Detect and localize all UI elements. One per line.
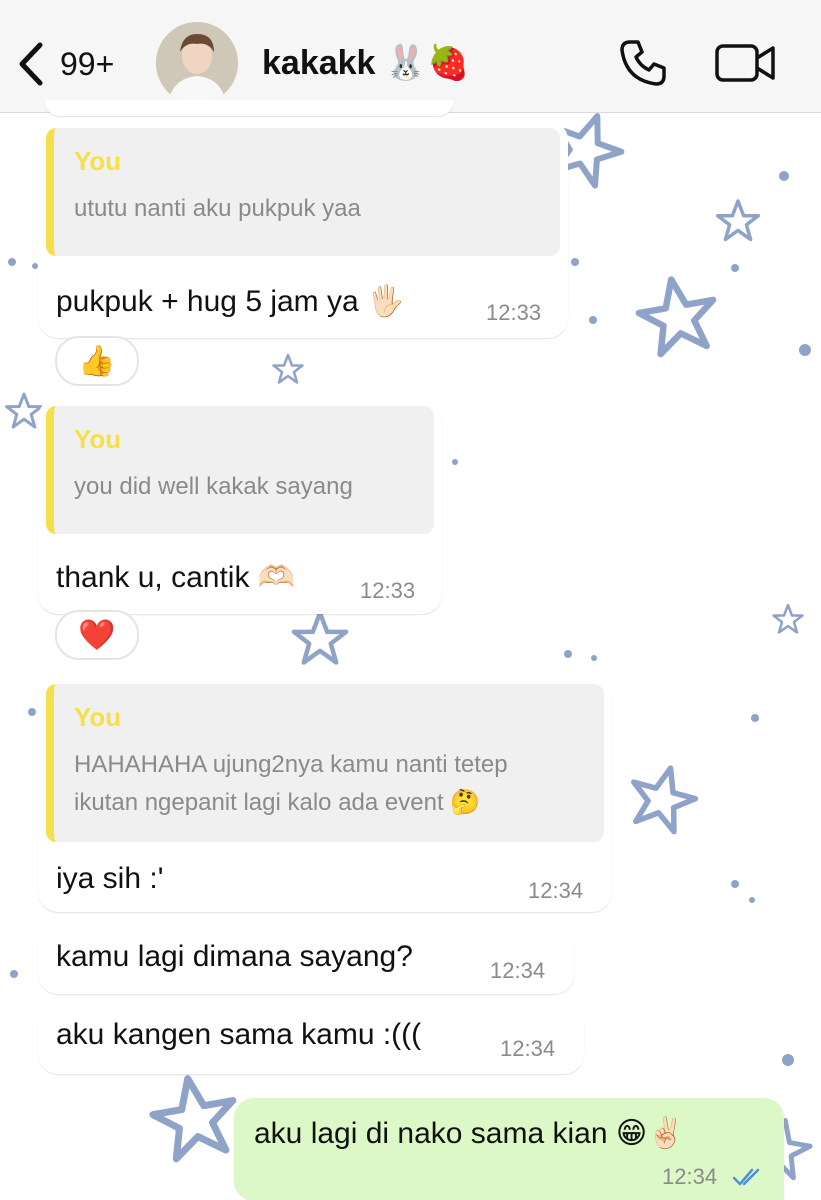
chevron-left-icon [19,42,43,86]
message-bubble-incoming[interactable]: aku kangen sama kamu :((( 12:34 [38,1002,584,1074]
message-bubble-incoming[interactable]: You ututu nanti aku pukpuk yaa pukpuk + … [38,120,568,338]
quote-author: You [74,424,122,454]
quote-author: You [74,146,122,176]
message-text: thank u, cantik 🫶🏻 [56,561,296,594]
quote-text: HAHAHAHA ujung2nya kamu nanti tetep ikut… [74,751,508,816]
unread-count[interactable]: 99+ [60,46,114,83]
reaction-badge[interactable]: ❤️ [55,610,139,660]
message-bubble-outgoing[interactable]: aku lagi di nako sama kian 😁✌🏻 12:34 [234,1098,784,1200]
back-button[interactable]: 99+ [14,38,134,90]
quoted-message[interactable]: You ututu nanti aku pukpuk yaa [46,128,560,256]
message-time: 12:33 [486,300,542,325]
quote-text: ututu nanti aku pukpuk yaa [74,195,361,222]
chat-header: 99+ kakakk 🐰🍓 [0,0,821,113]
message-bubble-incoming[interactable]: You HAHAHAHA ujung2nya kamu nanti tetep … [38,676,612,912]
phone-icon[interactable] [618,38,668,88]
message-text: aku kangen sama kamu :((( [56,1018,422,1051]
message-text: iya sih :' [56,862,164,895]
quoted-message[interactable]: You HAHAHAHA ujung2nya kamu nanti tetep … [46,684,604,842]
reaction-badge[interactable]: 👍 [55,336,139,386]
message-time: 12:34 [662,1164,718,1189]
message-bubble-incoming[interactable]: kamu lagi dimana sayang? 12:34 [38,924,574,994]
avatar[interactable] [156,22,238,104]
message-text: pukpuk + hug 5 jam ya 🖐🏻 [56,285,405,318]
message-text: kamu lagi dimana sayang? [56,940,413,973]
previous-message-bubble [44,100,454,116]
quoted-message[interactable]: You you did well kakak sayang [46,406,434,534]
quote-author: You [74,702,122,732]
message-time: 12:34 [490,958,546,983]
message-time: 12:34 [528,878,584,903]
message-time: 12:34 [500,1036,556,1061]
message-time: 12:33 [360,578,416,603]
contact-name[interactable]: kakakk 🐰🍓 [262,43,470,83]
quote-text: you did well kakak sayang [74,473,353,500]
message-bubble-incoming[interactable]: You you did well kakak sayang thank u, c… [38,398,442,614]
read-double-check-icon [732,1168,760,1186]
video-call-icon[interactable] [715,42,777,84]
message-text: aku lagi di nako sama kian 😁✌🏻 [254,1117,685,1150]
